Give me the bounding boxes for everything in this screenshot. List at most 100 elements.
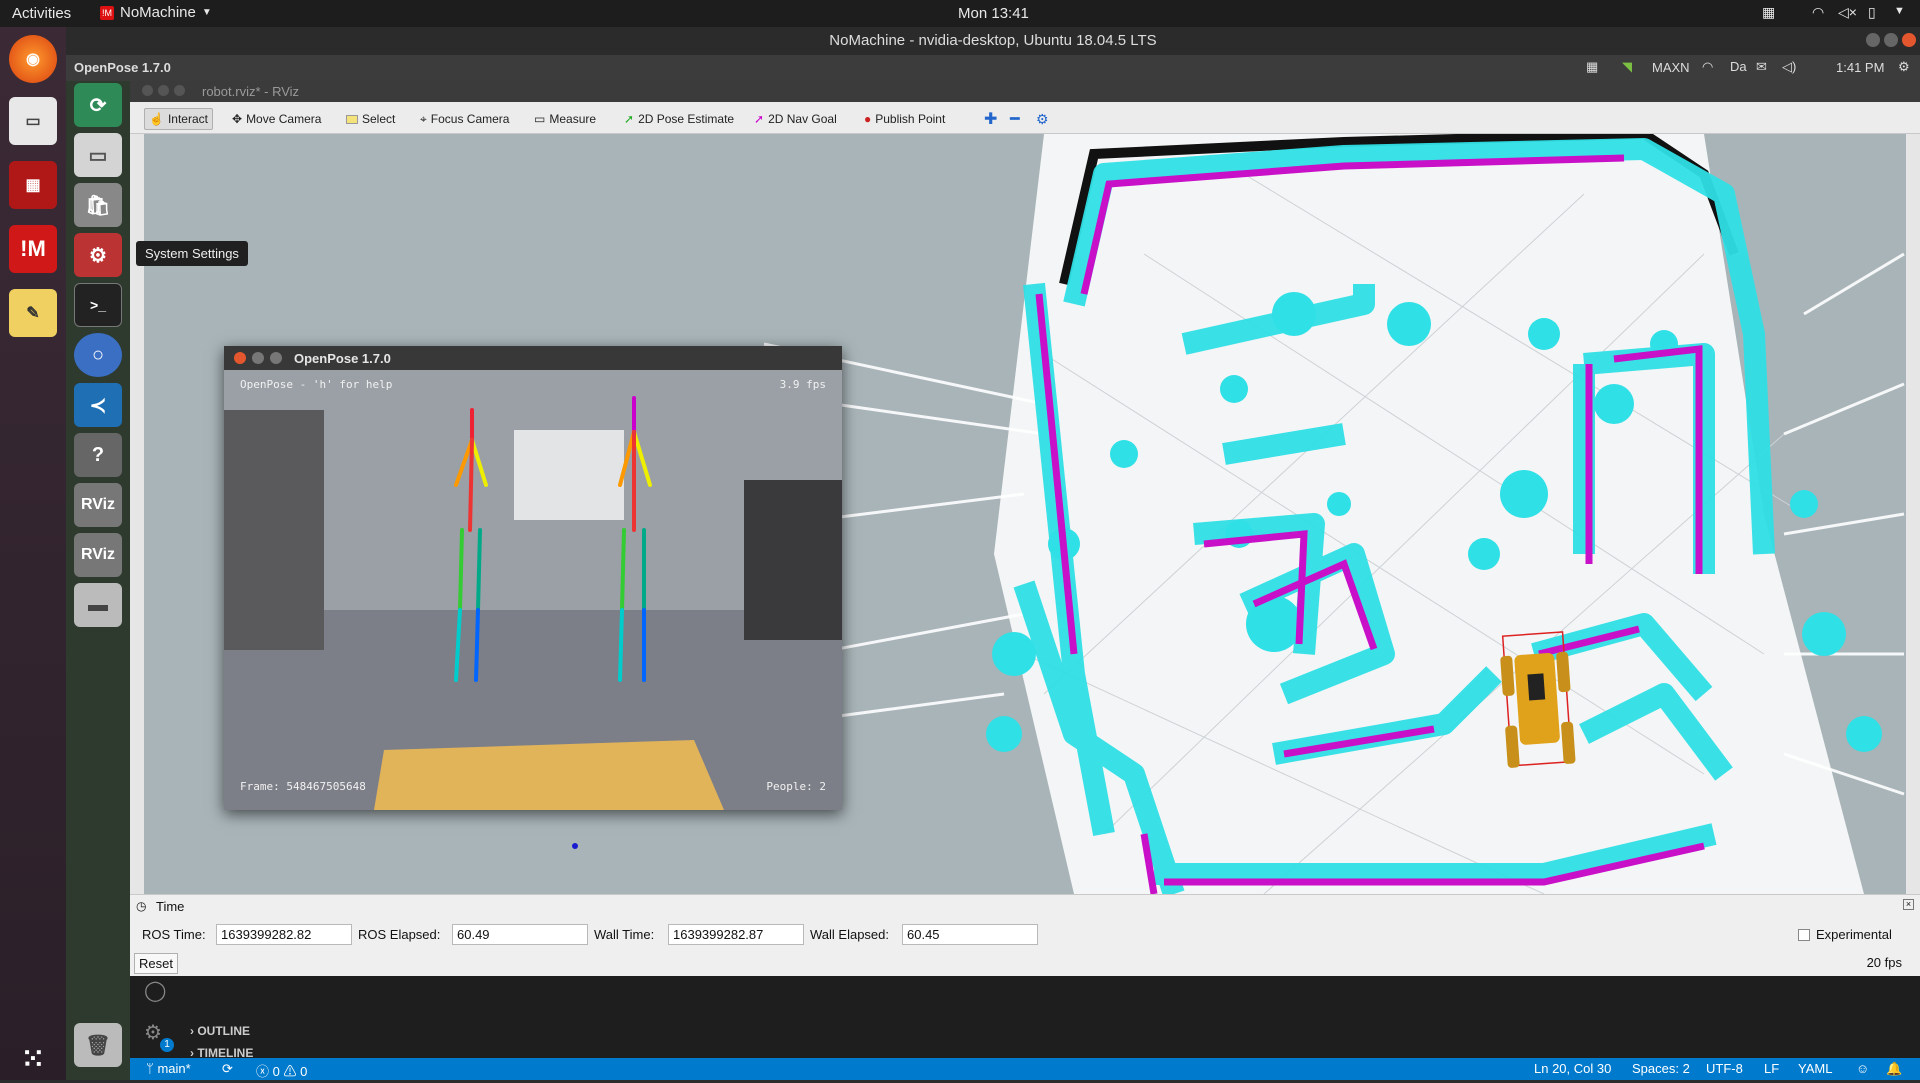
maximize-icon[interactable] xyxy=(174,85,185,96)
nomachine-title-bar: NoMachine - nvidia-desktop, Ubuntu 18.04… xyxy=(66,27,1920,55)
tool-publish-point[interactable]: ● Publish Point xyxy=(860,108,949,130)
ros-time-field[interactable]: 1639399282.82 xyxy=(216,924,352,945)
maximize-icon[interactable] xyxy=(270,352,282,364)
software-icon[interactable]: 🛍 xyxy=(74,183,122,227)
close-icon[interactable] xyxy=(1902,33,1916,47)
reset-button[interactable]: Reset xyxy=(134,953,178,974)
minimize-icon[interactable] xyxy=(158,85,169,96)
fps-readout: 20 fps xyxy=(1866,955,1902,970)
branch-name: main* xyxy=(157,1061,191,1076)
tool-properties-button[interactable]: ⚙ xyxy=(1032,108,1053,130)
add-tool-button[interactable]: ✚ xyxy=(980,108,1001,130)
ros-elapsed-field[interactable]: 60.49 xyxy=(452,924,588,945)
rviz-icon[interactable]: RViz xyxy=(74,483,122,527)
terminal-icon[interactable]: >_ xyxy=(74,283,122,327)
account-icon[interactable]: ◯ xyxy=(144,978,166,1003)
right-dock-collapse[interactable] xyxy=(1906,134,1920,894)
files-icon[interactable]: ▭ xyxy=(74,133,122,177)
sync-icon[interactable]: ⟳ xyxy=(222,1061,233,1077)
cursor-position[interactable]: Ln 20, Col 30 xyxy=(1534,1061,1611,1076)
indentation[interactable]: Spaces: 2 xyxy=(1632,1061,1690,1076)
nomachine-app-icon: !M xyxy=(100,5,114,20)
chevron-down-icon: ▼ xyxy=(201,7,212,18)
gear-icon[interactable]: ⚙ xyxy=(1898,59,1910,75)
image-viewer-icon[interactable]: ✎ xyxy=(9,289,57,337)
maximize-icon[interactable] xyxy=(1884,33,1898,47)
wall-time-field[interactable]: 1639399282.87 xyxy=(668,924,804,945)
line-ending[interactable]: LF xyxy=(1764,1061,1779,1076)
rviz-title-bar: robot.rviz* - RViz xyxy=(130,81,1920,102)
tool-focus-camera[interactable]: ⌖ Focus Camera xyxy=(416,108,513,130)
time-panel-title: Time xyxy=(156,899,185,914)
camera-scene xyxy=(224,370,842,810)
nomachine-monitor-icon[interactable]: ▦ xyxy=(9,161,57,209)
openpose-window-title: OpenPose 1.7.0 xyxy=(294,351,391,366)
battery-icon[interactable]: ▯ xyxy=(1868,4,1876,21)
minimize-icon[interactable] xyxy=(252,352,264,364)
feedback-icon[interactable]: ☺ xyxy=(1856,1061,1869,1076)
mail-icon[interactable]: ✉ xyxy=(1756,59,1767,75)
problems-status[interactable]: ⓧ 0 ⚠ 0 xyxy=(256,1061,307,1080)
openpose-title-bar[interactable]: OpenPose 1.7.0 xyxy=(224,346,842,370)
tool-interact[interactable]: ☝ Interact xyxy=(144,108,213,130)
tool-move-camera[interactable]: ✥ Move Camera xyxy=(228,108,325,130)
nvidia-icon[interactable]: ◥ xyxy=(1622,59,1632,75)
outline-section[interactable]: › OUTLINE xyxy=(190,1024,250,1038)
settings-icon[interactable]: ⚙ xyxy=(74,233,122,277)
time-panel: ◷ Time × ROS Time: 1639399282.82 ROS Ela… xyxy=(130,894,1920,976)
manage-gear-icon[interactable]: ⚙ xyxy=(144,1020,162,1045)
tool-select-label: Select xyxy=(362,112,396,126)
select-icon xyxy=(346,114,358,124)
trash-icon[interactable]: 🗑 xyxy=(74,1023,122,1067)
remove-tool-button[interactable]: ━ xyxy=(1006,108,1024,130)
map-pin-icon: ● xyxy=(864,112,872,126)
tool-2d-pose-estimate[interactable]: ➚ 2D Pose Estimate xyxy=(620,108,738,130)
system-menu-chevron-icon[interactable]: ▼ xyxy=(1894,5,1905,17)
volume-mute-icon[interactable]: ◁× xyxy=(1838,4,1857,21)
language-mode[interactable]: YAML xyxy=(1798,1061,1832,1076)
tool-pose-estimate-label: 2D Pose Estimate xyxy=(638,112,735,126)
chromium-icon[interactable]: ○ xyxy=(74,333,122,377)
branch-status[interactable]: ᛘ main* xyxy=(146,1061,191,1076)
firefox-icon[interactable]: ◉ xyxy=(9,35,57,83)
tool-move-camera-label: Move Camera xyxy=(246,112,322,126)
power-mode-label[interactable]: MAXN xyxy=(1652,60,1690,75)
minimize-icon[interactable] xyxy=(1866,33,1880,47)
tool-select[interactable]: Select xyxy=(342,108,399,130)
encoding[interactable]: UTF-8 xyxy=(1706,1061,1743,1076)
keyboard-icon[interactable]: ▦ xyxy=(1586,59,1598,75)
activities-button[interactable]: Activities xyxy=(12,5,71,22)
wifi-icon[interactable]: ◠ xyxy=(1812,4,1824,21)
drive-icon[interactable]: ▬ xyxy=(74,583,122,627)
ros-time-label: ROS Time: xyxy=(142,927,206,942)
volume-icon[interactable]: ◁) xyxy=(1782,59,1796,75)
wall-elapsed-field[interactable]: 60.45 xyxy=(902,924,1038,945)
wifi-icon[interactable]: ◠ xyxy=(1702,59,1713,75)
close-panel-icon[interactable]: × xyxy=(1903,899,1914,910)
language-icon[interactable]: Da xyxy=(1730,59,1747,74)
openpose-window[interactable]: OpenPose 1.7.0 OpenPose - 'h' for help 3… xyxy=(224,346,842,810)
clock[interactable]: Mon 13:41 xyxy=(958,5,1029,22)
show-applications-icon[interactable]: ⁙ xyxy=(9,1035,57,1083)
bell-icon[interactable]: 🔔 xyxy=(1886,1061,1902,1077)
vscode-icon[interactable]: ≺ xyxy=(74,383,122,427)
rviz-icon-2[interactable]: RViz xyxy=(74,533,122,577)
crosshair-icon: ⌖ xyxy=(420,111,427,126)
files-icon[interactable]: ▭ xyxy=(9,97,57,145)
git-branch-icon: ᛘ xyxy=(146,1061,154,1076)
help-icon[interactable]: ? xyxy=(74,433,122,477)
gear-icon: ⚙ xyxy=(1036,110,1049,127)
tool-measure[interactable]: ▭ Measure xyxy=(530,108,600,130)
tool-2d-nav-goal[interactable]: ➚ 2D Nav Goal xyxy=(750,108,841,130)
app-menu[interactable]: !M NoMachine ▼ xyxy=(100,4,212,21)
app-icon[interactable]: ⟳ xyxy=(74,83,122,127)
remote-clock[interactable]: 1:41 PM xyxy=(1836,60,1884,75)
robot-deck xyxy=(374,740,724,810)
plus-icon: ✚ xyxy=(984,111,998,128)
nomachine-icon[interactable]: !M xyxy=(9,225,57,273)
experimental-checkbox[interactable] xyxy=(1798,929,1810,941)
keyboard-indicator-icon[interactable]: ▦ xyxy=(1762,4,1775,21)
close-icon[interactable] xyxy=(234,352,246,364)
tool-publish-point-label: Publish Point xyxy=(875,112,946,126)
close-icon[interactable] xyxy=(142,85,153,96)
